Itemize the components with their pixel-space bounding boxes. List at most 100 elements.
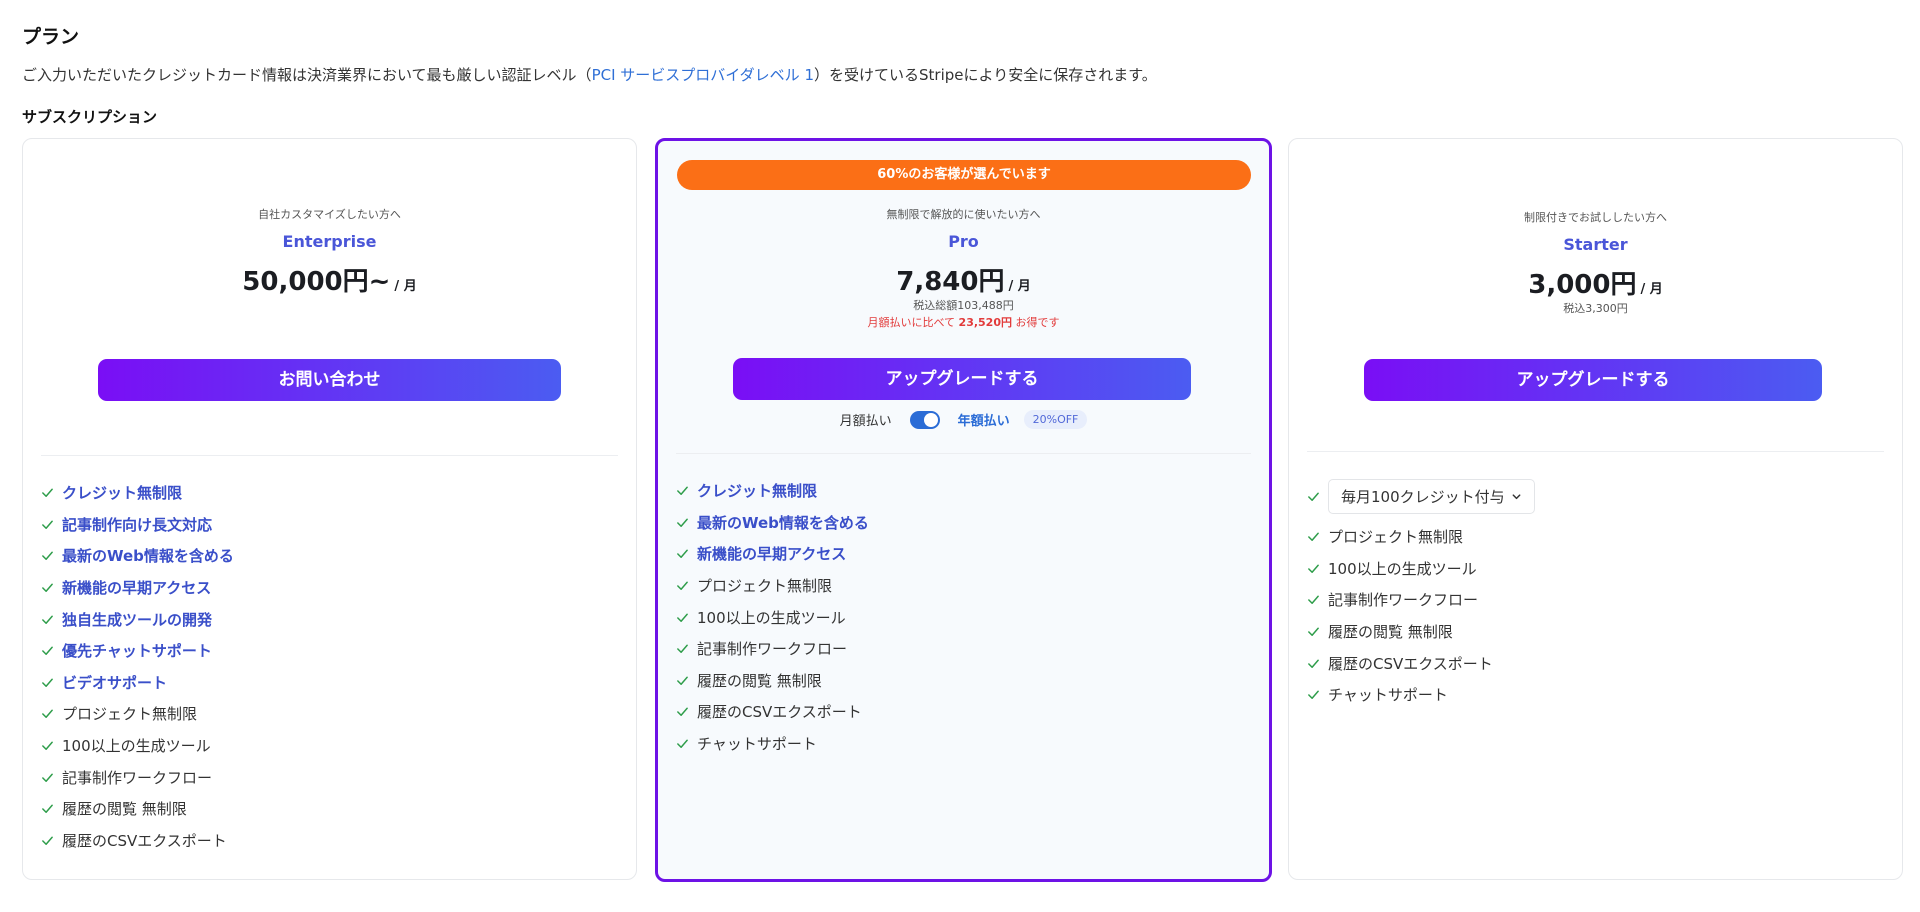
feature-item: 記事制作向け長文対応 — [41, 509, 234, 541]
plan-tagline: 自社カスタマイズしたい方へ — [258, 208, 401, 221]
feature-item: 最新のWeb情報を含める — [41, 540, 234, 572]
feature-label: 履歴の閲覧 無制限 — [1328, 623, 1453, 642]
feature-label: 履歴の閲覧 無制限 — [62, 800, 187, 819]
check-icon — [42, 678, 53, 687]
price-period: / 月 — [1008, 279, 1031, 294]
billing-toggle[interactable] — [909, 410, 940, 429]
plan-name: Starter — [1563, 235, 1628, 254]
feature-item: 100以上の生成ツール — [676, 601, 869, 633]
feature-item: クレジット無制限 — [41, 477, 234, 509]
feature-label: クレジット無制限 — [697, 482, 818, 501]
check-icon — [677, 707, 688, 717]
check-icon — [42, 773, 53, 782]
plan-name: Pro — [948, 232, 979, 251]
savings-text: 月額払いに比べて 23,520円 お得です — [658, 314, 1269, 330]
feature-list: クレジット無制限記事制作向け長文対応最新のWeb情報を含める 新機能の早期アクセス… — [41, 477, 234, 856]
plan-tagline: 制限付きでお試ししたい方へ — [1524, 211, 1667, 224]
plan-tagline: 無制限で解放的に使いたい方へ — [886, 208, 1041, 221]
feature-item: ビデオサポート — [41, 667, 234, 699]
feature-label: 記事制作ワークフロー — [62, 768, 213, 787]
check-icon — [42, 709, 53, 719]
check-icon — [677, 613, 688, 622]
pci-link[interactable]: PCI サービスプロバイダレベル 1 — [592, 66, 814, 84]
billing-toggle-row: 月額払い 年額払い 20%OFF — [658, 410, 1269, 429]
monthly-label[interactable]: 月額払い — [840, 410, 892, 429]
chevron-down-icon — [1512, 494, 1521, 500]
check-icon — [42, 488, 53, 498]
credit-select-row: 毎月100クレジット付与 — [1307, 479, 1535, 514]
feature-item: 記事制作ワークフロー — [41, 761, 234, 793]
feature-label: 履歴のCSVエクスポート — [1328, 654, 1493, 673]
feature-item: 履歴のCSVエクスポート — [1307, 647, 1493, 679]
contact-button[interactable]: お問い合わせ — [98, 359, 561, 401]
plan-price: 3,000円 — [1528, 270, 1637, 300]
plan-card-starter: 制限付きでお試ししたい方へ Starter 3,000円 / 月 税込3,300円… — [1288, 138, 1903, 880]
price-period: / 月 — [1640, 282, 1663, 297]
check-icon — [42, 741, 53, 751]
check-icon — [677, 676, 688, 685]
price-period: / 月 — [394, 279, 417, 294]
feature-item: 履歴のCSVエクスポート — [41, 825, 234, 857]
feature-label: 履歴のCSVエクスポート — [697, 703, 862, 722]
page-title: プラン — [22, 26, 80, 48]
feature-item: 記事制作ワークフロー — [1307, 584, 1493, 616]
yearly-label[interactable]: 年額払い — [958, 410, 1010, 429]
tax-included: 税込3,300円 — [1563, 302, 1628, 315]
feature-list: クレジット無制限 最新のWeb情報を含める 新機能の早期アクセス プロジェクト無制限 1… — [676, 475, 869, 759]
check-icon — [677, 486, 688, 496]
feature-item: 履歴の閲覧 無制限 — [676, 665, 869, 697]
feature-label: 100以上の生成ツール — [62, 737, 211, 756]
savings-amount: 23,520円 — [958, 316, 1012, 329]
check-icon — [1308, 595, 1319, 605]
plan-card-pro: 60%のお客様が選んでいます 無制限で解放的に使いたい方へ Pro 7,840円… — [655, 138, 1272, 882]
upgrade-button[interactable]: アップグレードする — [733, 358, 1191, 400]
feature-label: ビデオサポート — [62, 673, 168, 692]
check-icon — [42, 520, 53, 529]
feature-label: プロジェクト無制限 — [62, 705, 198, 724]
feature-item: 100以上の生成ツール — [1307, 553, 1493, 585]
feature-label: 優先チャットサポート — [62, 642, 212, 661]
feature-item: 履歴の閲覧 無制限 — [41, 793, 234, 825]
check-icon — [677, 581, 688, 591]
popular-badge: 60%のお客様が選んでいます — [677, 160, 1251, 190]
feature-item: 履歴の閲覧 無制限 — [1307, 616, 1493, 648]
security-notice: ご入力いただいたクレジットカード情報は決済業界において最も厳しい認証レベル（PC… — [22, 64, 1157, 85]
tax-included: 税込総額103,488円 — [913, 299, 1014, 312]
savings-suffix: お得です — [1015, 316, 1060, 329]
credit-select[interactable]: 毎月100クレジット付与 — [1328, 479, 1535, 514]
feature-item: クレジット無制限 — [676, 475, 869, 507]
feature-label: 記事制作ワークフロー — [1328, 591, 1479, 610]
feature-item: 新機能の早期アクセス — [676, 538, 869, 570]
feature-list: プロジェクト無制限 100以上の生成ツール 記事制作ワークフロー 履歴の閲覧 無制限履… — [1307, 521, 1493, 711]
check-icon — [42, 583, 53, 593]
feature-item: 優先チャットサポート — [41, 635, 234, 667]
feature-item: チャットサポート — [676, 728, 869, 760]
upgrade-button[interactable]: アップグレードする — [1364, 359, 1822, 401]
feature-label: 新機能の早期アクセス — [62, 579, 212, 598]
feature-item: 新機能の早期アクセス — [41, 572, 234, 604]
price-row: 3,000円 / 月 — [1289, 264, 1902, 301]
check-icon — [42, 646, 53, 656]
toggle-knob — [923, 412, 938, 427]
feature-label: 独自生成ツールの開発 — [62, 610, 213, 629]
feature-label: 100以上の生成ツール — [697, 608, 846, 627]
plan-price: 7,840円 — [896, 267, 1005, 297]
feature-label: プロジェクト無制限 — [1328, 528, 1464, 547]
feature-item: 記事制作ワークフロー — [676, 633, 869, 665]
feature-item: チャットサポート — [1307, 679, 1493, 711]
check-icon — [1308, 627, 1319, 637]
check-icon — [677, 549, 688, 559]
feature-label: 記事制作ワークフロー — [697, 640, 848, 659]
feature-label: クレジット無制限 — [62, 484, 183, 503]
price-row: 7,840円 / 月 — [658, 261, 1269, 298]
check-icon — [677, 739, 688, 749]
notice-prefix: ご入力いただいたクレジットカード情報は決済業界において最も厳しい認証レベル（ — [22, 66, 592, 84]
notice-suffix: ）を受けているStripeにより安全に保存されます。 — [814, 66, 1157, 84]
feature-label: 最新のWeb情報を含める — [62, 547, 234, 566]
discount-badge: 20%OFF — [1023, 410, 1088, 429]
check-icon — [1308, 564, 1319, 573]
check-icon — [1308, 690, 1319, 700]
divider — [676, 453, 1251, 454]
feature-item: プロジェクト無制限 — [41, 698, 234, 730]
feature-label: 100以上の生成ツール — [1328, 559, 1477, 578]
